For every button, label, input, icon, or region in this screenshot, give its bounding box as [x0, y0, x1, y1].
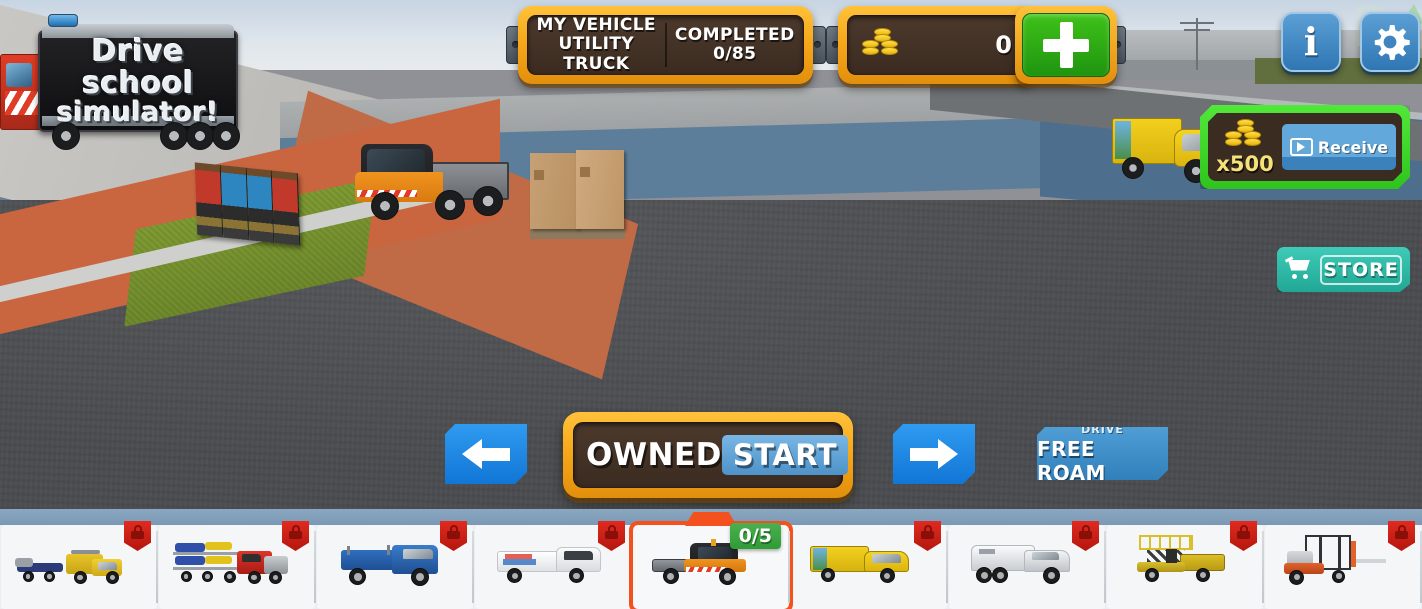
- right-arrow-icon: [910, 439, 958, 469]
- free-roam-button[interactable]: DRIVE FREE ROAM: [1037, 427, 1168, 480]
- reward-panel: x500 Receive: [1200, 105, 1410, 189]
- shopping-cart-icon: [1285, 258, 1315, 282]
- vehicle-selection-bar: 0/5: [0, 509, 1422, 609]
- vehicle-status-panel: MY VEHICLE UTILITY TRUCK COMPLETED 0/85: [518, 6, 813, 84]
- previous-vehicle-button[interactable]: [445, 424, 527, 484]
- vehicle-card-semi-tractor[interactable]: [949, 521, 1106, 609]
- vehicle-card-utility-truck[interactable]: 0/5: [633, 523, 790, 609]
- start-button[interactable]: START: [721, 435, 849, 475]
- my-vehicle-label: MY VEHICLE: [536, 15, 656, 36]
- free-roam-label: FREE ROAM: [1037, 436, 1106, 485]
- left-arrow-icon: [462, 439, 510, 469]
- completed-label: COMPLETED: [674, 24, 795, 45]
- my-vehicle-column: MY VEHICLE UTILITY TRUCK: [528, 16, 665, 73]
- vehicle-progress-badge: 0/5: [729, 523, 781, 549]
- cardboard-box-right: [576, 150, 624, 229]
- gear-icon: [1374, 25, 1410, 60]
- plus-icon: [1043, 22, 1089, 68]
- logo-beacon-light: [48, 14, 78, 27]
- cardboard-box-left: [530, 153, 578, 229]
- vehicle-card-blue-dump-truck[interactable]: [317, 521, 474, 609]
- info-button[interactable]: i: [1281, 12, 1341, 72]
- receive-label: Receive: [1317, 137, 1389, 157]
- add-coins-button[interactable]: [1015, 6, 1117, 84]
- next-vehicle-button[interactable]: [893, 424, 975, 484]
- play-video-icon: [1290, 138, 1313, 156]
- vehicle-thumbnail: [12, 534, 146, 600]
- reward-multiplier: x500: [1216, 151, 1274, 176]
- vehicle-thumbnail: [486, 534, 620, 600]
- settings-button[interactable]: [1360, 12, 1420, 72]
- store-label: STORE: [1320, 255, 1402, 285]
- info-icon: i: [1303, 19, 1319, 64]
- coin-balance-panel: 0: [838, 6, 1036, 84]
- scene-utility-truck: [355, 140, 510, 235]
- vehicle-card-list: 0/5: [0, 521, 1422, 609]
- vehicle-thumbnail: [328, 534, 462, 600]
- game-logo: Drive school simulator!: [0, 10, 240, 155]
- logo-text: Drive school simulator!: [38, 36, 238, 127]
- vehicle-thumbnail: [170, 534, 304, 600]
- vehicle-card-tow-truck[interactable]: [1, 521, 158, 609]
- vehicle-card-yellow-box-truck[interactable]: [791, 521, 948, 609]
- vehicle-card-car-carrier[interactable]: [159, 521, 316, 609]
- vehicle-card-scissor-lift[interactable]: [1107, 521, 1264, 609]
- utility-pole: [1180, 18, 1214, 70]
- receive-reward-button[interactable]: Receive: [1282, 124, 1396, 170]
- vehicle-thumbnail: [1276, 534, 1410, 600]
- vending-machines: [194, 162, 301, 246]
- reward-coins: x500: [1214, 119, 1276, 176]
- pallet: [530, 228, 625, 239]
- owned-status-panel: OWNED START: [563, 412, 853, 498]
- logo-wheels: [52, 122, 242, 152]
- game-screen: Drive school simulator! MY VEHICLE UTILI…: [0, 0, 1422, 609]
- my-vehicle-name: UTILITY TRUCK: [558, 34, 635, 74]
- reward-coin-icon: [1225, 119, 1265, 153]
- coin-value: 0: [995, 31, 1012, 59]
- store-button[interactable]: STORE: [1277, 247, 1410, 292]
- vehicle-thumbnail: [802, 534, 936, 600]
- vehicle-card-cargo-van[interactable]: [475, 521, 632, 609]
- owned-label: OWNED: [586, 437, 722, 473]
- completed-column: COMPLETED 0/85: [667, 24, 804, 64]
- vehicle-card-forklift[interactable]: [1265, 521, 1422, 609]
- completed-value: 0/85: [713, 44, 757, 64]
- logo-line-1: Drive school: [82, 34, 194, 101]
- coin-stack-icon: [862, 28, 902, 62]
- vehicle-thumbnail: [1118, 534, 1252, 600]
- vehicle-thumbnail: [960, 534, 1094, 600]
